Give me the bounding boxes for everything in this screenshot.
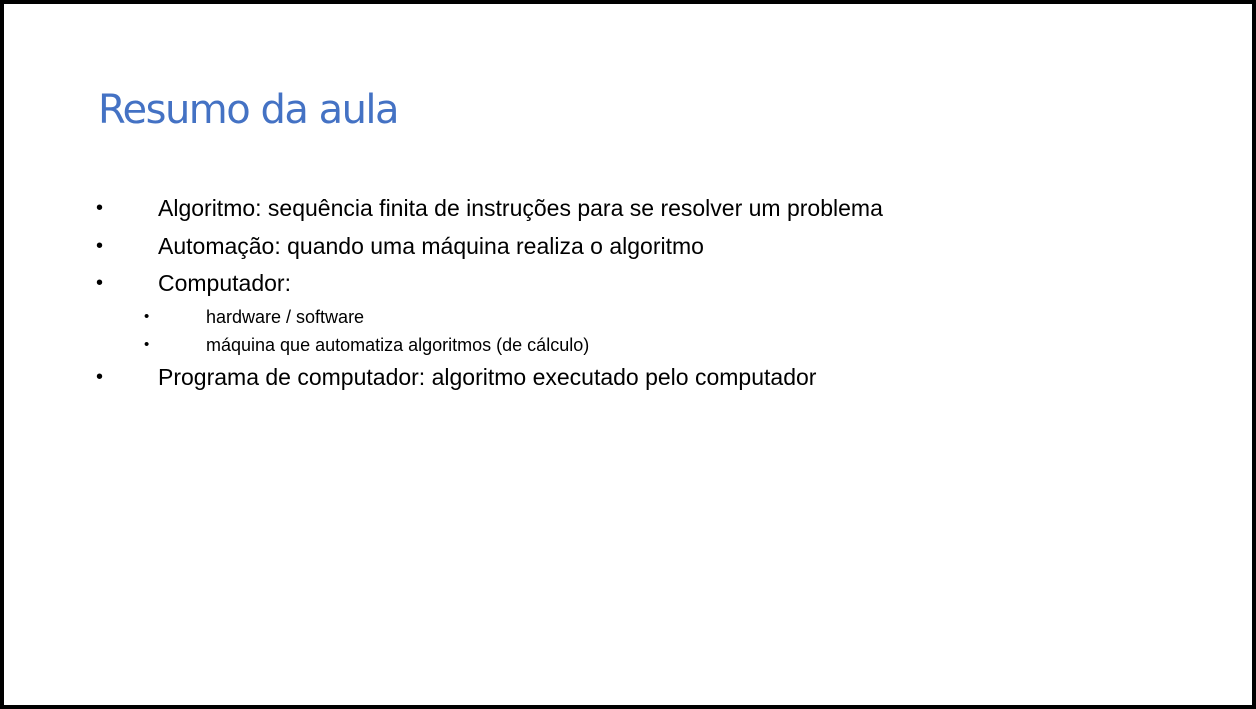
slide-title: Resumo da aula [98,87,400,133]
bullet-icon: • [96,365,104,388]
bullet-text: Computador: [158,270,291,296]
bullet-text: Algoritmo: sequência finita de instruçõe… [158,195,883,221]
bullet-item-programa: • Programa de computador: algoritmo exec… [96,359,1192,397]
slide: Resumo da aula • Algoritmo: sequência fi… [0,0,1256,709]
sub-bullet-text: hardware / software [206,306,365,327]
bullet-icon: • [96,234,104,257]
bullet-item-automacao: • Automação: quando uma máquina realiza … [96,228,1192,266]
sub-bullet-text: máquina que automatiza algoritmos (de cá… [206,334,590,355]
bullet-item-computador: • Computador: [96,265,1192,303]
bullet-list: • Algoritmo: sequência finita de instruç… [96,190,1192,396]
sub-bullet-icon: • [144,335,150,353]
bullet-icon: • [96,272,104,294]
sub-bullet-item-maquina: • máquina que automatiza algoritmos (de … [96,331,1192,359]
bullet-icon: • [96,197,104,219]
bullet-item-algoritmo: • Algoritmo: sequência finita de instruç… [96,190,1192,228]
sub-bullet-item-hardware: • hardware / software [96,303,1192,331]
sub-bullet-icon: • [144,307,150,325]
bullet-text: Programa de computador: algoritmo execut… [158,363,817,390]
bullet-text: Automação: quando uma máquina realiza o … [158,232,704,259]
